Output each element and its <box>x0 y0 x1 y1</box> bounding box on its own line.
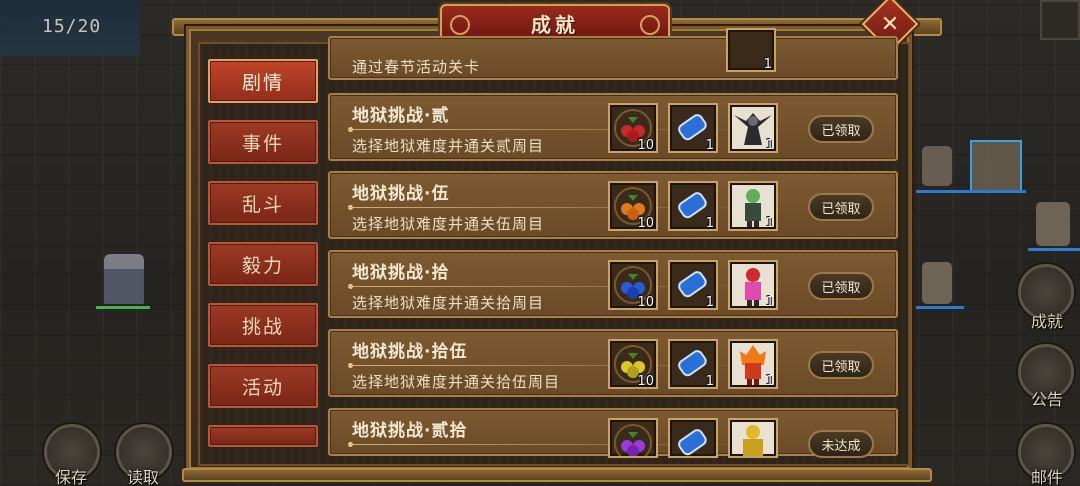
unit-sprite-right-4 <box>922 262 952 304</box>
tab-more[interactable] <box>208 425 318 447</box>
not-achieved-status: 未达成 <box>808 430 874 458</box>
achievement-title: 地狱挑战·贰 <box>352 106 450 126</box>
reward-quantity: 1 <box>765 374 774 389</box>
dialog-title: 成就 <box>531 12 579 37</box>
unit-healthbar <box>96 306 150 309</box>
achievement-title: 地狱挑战·拾伍 <box>352 342 468 362</box>
dialog-bottom-trim <box>182 468 932 482</box>
claim-status-button[interactable]: 已领取 <box>808 272 874 300</box>
achievement-title: 地狱挑战·伍 <box>352 184 450 204</box>
orange-fruit-icon: 10 <box>608 181 658 231</box>
unit-sprite-left <box>104 254 144 304</box>
red-fruit-icon: 10 <box>608 103 658 153</box>
unit-sprite-right-1 <box>922 146 952 186</box>
turn-counter: 15/20 <box>42 16 102 37</box>
reward-quantity: 1 <box>765 216 774 231</box>
reward-quantity: 10 <box>637 295 654 310</box>
notice-hud-label: 公告 <box>1031 390 1064 409</box>
green-hair-hero-portrait: 1 <box>728 181 778 231</box>
reward-quantity: 1 <box>705 295 714 310</box>
blue-scroll-icon: 1 <box>668 339 718 389</box>
unit-sprite-right-2 <box>970 140 1022 192</box>
unit-healthbar <box>916 190 1026 193</box>
tab-events[interactable]: 事件 <box>208 120 318 164</box>
unit-sprite-right-3 <box>1036 202 1070 246</box>
yellow-fruit-icon: 10 <box>608 339 658 389</box>
reward-quantity: 10 <box>637 138 654 153</box>
mail-hud-label: 邮件 <box>1031 468 1064 486</box>
reward-quantity: 1 <box>765 295 774 310</box>
save-label: 保存 <box>55 468 88 486</box>
achievements-hud-label: 成就 <box>1031 312 1064 331</box>
unit-healthbar <box>1028 248 1080 251</box>
reward-quantity: 1 <box>705 138 714 153</box>
claim-status-button[interactable]: 已领取 <box>808 115 874 143</box>
achievement-row: 地狱挑战·拾 选择地狱难度并通关拾周目 10 1 1 已领取 <box>328 250 898 318</box>
blue-scroll-icon: 1 <box>668 260 718 310</box>
load-label: 读取 <box>127 468 160 486</box>
tab-perseverance[interactable]: 毅力 <box>208 242 318 286</box>
red-hair-hero-portrait: 1 <box>728 260 778 310</box>
claim-status-button[interactable]: 已领取 <box>808 193 874 221</box>
achievement-description: 选择地狱难度并通关拾周目 <box>352 294 545 312</box>
achievement-row: 通过春节活动关卡 1 <box>328 28 898 80</box>
reward-quantity: 1 <box>765 138 774 153</box>
reward-quantity: 1 <box>705 216 714 231</box>
golden-armor-hero-portrait <box>728 418 778 458</box>
achievement-description: 通过春节活动关卡 <box>352 58 481 76</box>
tab-activity[interactable]: 活动 <box>208 364 318 408</box>
achievement-row: 地狱挑战·贰拾 未达成 <box>328 408 898 458</box>
purple-fruit-icon <box>608 418 658 458</box>
reward-quantity: 1 <box>705 374 714 389</box>
blue-fruit-icon: 10 <box>608 260 658 310</box>
reward-quantity: 10 <box>637 216 654 231</box>
blue-scroll-icon <box>668 418 718 458</box>
achievement-description: 选择地狱难度并通关贰周目 <box>352 137 545 155</box>
fire-hero-portrait: 1 <box>728 339 778 389</box>
unit-healthbar <box>916 306 964 309</box>
tab-challenge[interactable]: 挑战 <box>208 303 318 347</box>
achievement-row: 地狱挑战·拾伍 选择地狱难度并通关拾伍周目 10 1 1 已领取 <box>328 329 898 397</box>
achievement-title: 地狱挑战·拾 <box>352 263 450 283</box>
tab-story[interactable]: 剧情 <box>208 59 318 103</box>
achievement-row: 地狱挑战·伍 选择地狱难度并通关伍周目 10 1 1 已领取 <box>328 171 898 239</box>
blue-scroll-icon: 1 <box>668 181 718 231</box>
blue-scroll-icon: 1 <box>668 103 718 153</box>
achievement-title: 地狱挑战·贰拾 <box>352 421 468 441</box>
tab-brawl[interactable]: 乱斗 <box>208 181 318 225</box>
reward-quantity: 10 <box>637 374 654 389</box>
achievement-description: 选择地狱难度并通关伍周目 <box>352 215 545 233</box>
menu-corner-button[interactable] <box>1040 0 1080 40</box>
achievement-description: 选择地狱难度并通关拾伍周目 <box>352 373 561 391</box>
achievement-row: 地狱挑战·贰 选择地狱难度并通关贰周目 10 1 1 已领取 <box>328 93 898 161</box>
gift-icon: 1 <box>726 28 776 72</box>
reward-quantity: 1 <box>763 57 772 72</box>
dark-winged-hero-portrait: 1 <box>728 103 778 153</box>
claim-status-button[interactable]: 已领取 <box>808 351 874 379</box>
